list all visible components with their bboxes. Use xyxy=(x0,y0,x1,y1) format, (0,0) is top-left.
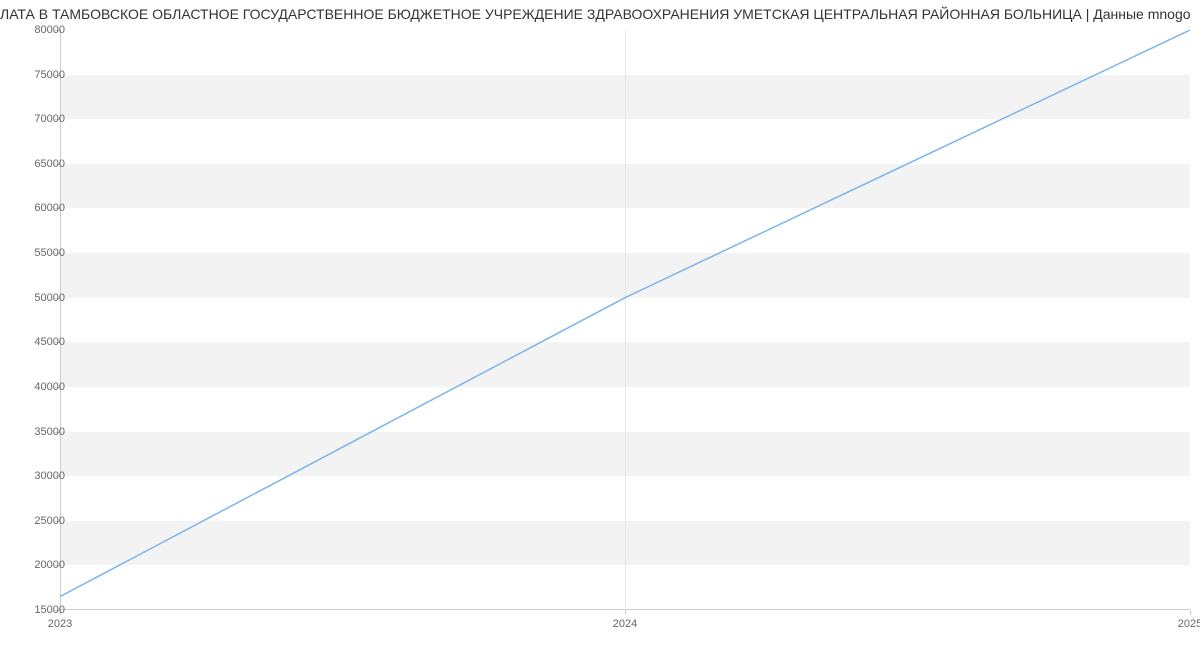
y-tick-label: 35000 xyxy=(15,426,65,438)
y-tick-label: 30000 xyxy=(15,470,65,482)
y-tick-label: 40000 xyxy=(15,381,65,393)
x-tick-label: 2023 xyxy=(48,618,72,630)
y-tick-label: 80000 xyxy=(15,24,65,36)
x-tick-mark xyxy=(1190,610,1191,615)
y-tick-label: 60000 xyxy=(15,202,65,214)
y-tick-label: 25000 xyxy=(15,515,65,527)
y-tick-label: 50000 xyxy=(15,292,65,304)
chart-container: ЛАТА В ТАМБОВСКОЕ ОБЛАСТНОЕ ГОСУДАРСТВЕН… xyxy=(0,0,1200,650)
x-tick-mark xyxy=(625,610,626,615)
y-tick-label: 75000 xyxy=(15,69,65,81)
y-tick-label: 55000 xyxy=(15,247,65,259)
plot-area: 202320242025 xyxy=(60,30,1190,610)
y-tick-label: 65000 xyxy=(15,158,65,170)
y-tick-label: 15000 xyxy=(15,604,65,616)
y-tick-label: 70000 xyxy=(15,113,65,125)
y-tick-label: 45000 xyxy=(15,336,65,348)
y-tick-label: 20000 xyxy=(15,559,65,571)
chart-title: ЛАТА В ТАМБОВСКОЕ ОБЛАСТНОЕ ГОСУДАРСТВЕН… xyxy=(0,6,1200,22)
x-tick-label: 2024 xyxy=(613,618,637,630)
series-line xyxy=(60,30,1190,597)
x-tick-label: 2025 xyxy=(1178,618,1200,630)
line-series-svg xyxy=(60,30,1190,610)
